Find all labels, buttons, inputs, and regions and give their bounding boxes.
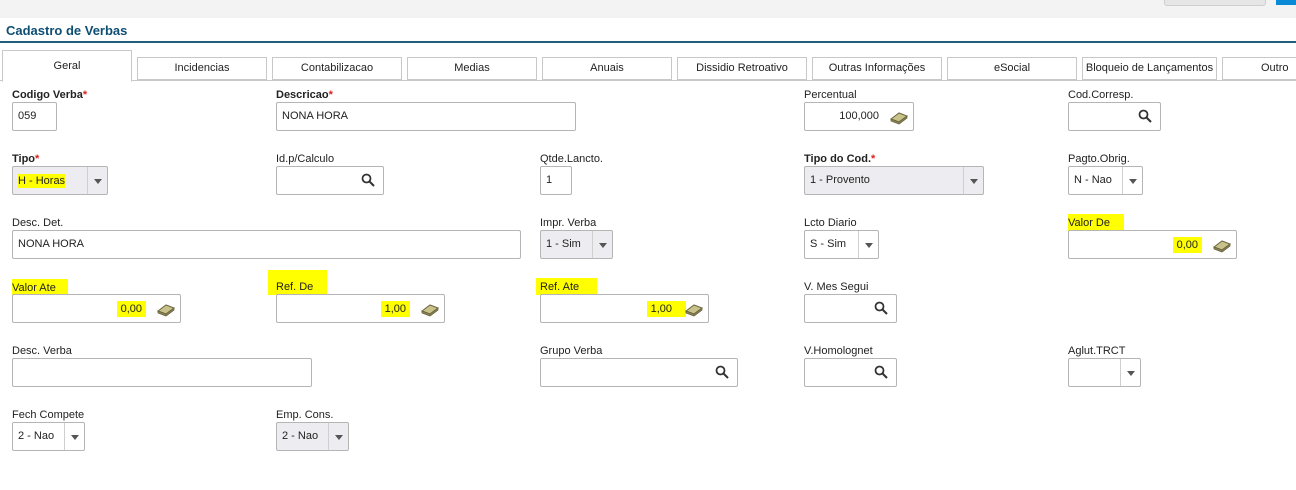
lcto-diario-select[interactable]: S - Sim [804,230,879,259]
ref-de-field[interactable]: 1,00 [276,294,445,323]
chevron-down-icon[interactable] [87,167,107,194]
fech-compete-select[interactable]: 2 - Nao [12,422,85,451]
tipo-label: Tipo* [12,153,40,165]
chevron-down-icon[interactable] [64,423,84,450]
lcto-diario-label: Lcto Diario [804,217,857,229]
calculator-icon[interactable] [1212,237,1232,253]
qtde-lancto-field[interactable]: 1 [540,166,572,195]
emp-cons-label: Emp. Cons. [276,409,334,421]
top-action-button[interactable] [1276,0,1296,5]
search-icon[interactable] [874,365,888,379]
descricao-label: Descricao* [276,89,333,101]
ref-de-label: Ref. De [268,270,328,295]
tab-geral[interactable]: Geral [2,50,132,82]
cod-corresp-label: Cod.Corresp. [1068,89,1134,101]
search-icon[interactable] [715,365,729,379]
descricao-field[interactable]: NONA HORA [276,102,576,131]
calculator-icon[interactable] [684,301,704,317]
chevron-down-icon[interactable] [1120,359,1140,386]
id-calculo-label: Id.p/Calculo [276,153,335,165]
pagto-obrig-select[interactable]: N - Nao [1068,166,1143,195]
codigo-verba-label: Codigo Verba* [12,89,88,101]
chevron-down-icon[interactable] [328,423,348,450]
grupo-verba-field[interactable] [540,358,738,387]
title-divider [0,41,1296,43]
desc-det-label: Desc. Det. [12,217,64,229]
page-title: Cadastro de Verbas [6,23,128,38]
calculator-icon[interactable] [889,109,909,125]
valor-ate-field[interactable]: 0,00 [12,294,181,323]
aglut-trct-select[interactable] [1068,358,1141,387]
chevron-down-icon[interactable] [963,167,983,194]
id-calculo-field[interactable] [276,166,384,195]
search-icon[interactable] [361,173,375,187]
valor-de-field[interactable]: 0,00 [1068,230,1237,259]
tipo-cod-label: Tipo do Cod.* [804,153,876,165]
chevron-down-icon[interactable] [858,231,878,258]
ref-ate-field[interactable]: 1,00 [540,294,709,323]
aglut-trct-label: Aglut.TRCT [1068,345,1126,357]
tab-bar: Geral Incidencias Contabilizacao Medias … [0,48,1296,82]
tipo-cod-select[interactable]: 1 - Provento [804,166,984,195]
impr-verba-select[interactable]: 1 - Sim [540,230,613,259]
tab-contabilizacao[interactable]: Contabilizacao [272,57,402,80]
valor-de-label: Valor De [1068,214,1124,231]
top-bar [0,0,1296,18]
percentual-field[interactable]: 100,000 [804,102,914,131]
tab-anuais[interactable]: Anuais [542,57,672,80]
v-mes-segui-label: V. Mes Segui [804,281,869,293]
tab-medias[interactable]: Medias [407,57,537,80]
chevron-down-icon[interactable] [1122,167,1142,194]
tab-esocial[interactable]: eSocial [947,57,1077,80]
fech-compete-label: Fech Compete [12,409,85,421]
desc-det-field[interactable]: NONA HORA [12,230,521,259]
percentual-label: Percentual [804,89,857,101]
tab-divider [0,80,1296,81]
desc-verba-label: Desc. Verba [12,345,72,357]
tab-dissidio-retroativo[interactable]: Dissidio Retroativo [677,57,807,80]
tab-outras-informacoes[interactable]: Outras Informações [812,57,942,80]
top-control[interactable] [1164,0,1266,6]
desc-verba-field[interactable] [12,358,312,387]
v-homolognet-field[interactable] [804,358,897,387]
chevron-down-icon[interactable] [592,231,612,258]
emp-cons-select[interactable]: 2 - Nao [276,422,349,451]
impr-verba-label: Impr. Verba [540,217,597,229]
calculator-icon[interactable] [156,301,176,317]
search-icon[interactable] [1138,109,1152,123]
v-homolognet-label: V.Homolognet [804,345,873,357]
v-mes-segui-field[interactable] [804,294,897,323]
tab-incidencias[interactable]: Incidencias [137,57,267,80]
qtde-lancto-label: Qtde.Lancto. [540,153,603,165]
tipo-select[interactable]: H - Horas [12,166,108,195]
tab-bloqueio-lancamentos[interactable]: Bloqueio de Lançamentos [1082,57,1217,80]
ref-ate-label: Ref. Ate [536,278,598,295]
calculator-icon[interactable] [420,301,440,317]
tab-outros[interactable]: Outro [1222,57,1296,80]
search-icon[interactable] [874,301,888,315]
codigo-verba-field[interactable]: 059 [12,102,57,131]
cod-corresp-field[interactable] [1068,102,1161,131]
grupo-verba-label: Grupo Verba [540,345,603,357]
pagto-obrig-label: Pagto.Obrig. [1068,153,1130,165]
